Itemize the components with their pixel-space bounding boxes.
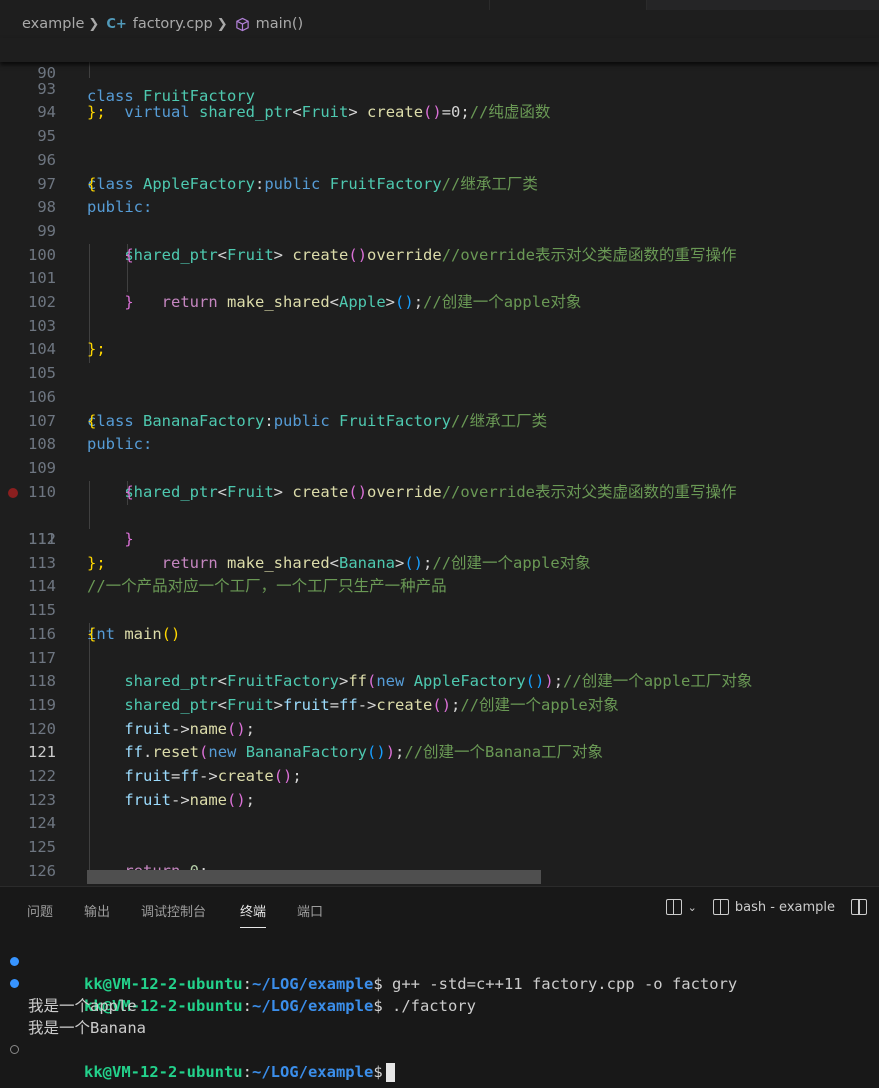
split-terminal-icon[interactable]	[712, 899, 729, 915]
code-line: 117 shared_ptr<FruitFactory>ff(new Apple…	[28, 648, 753, 691]
code-line: 99 shared_ptr<Fruit> create()override//o…	[37, 221, 737, 264]
code-line: 100 {	[28, 245, 134, 264]
code-line: 111 return make_shared<Banana>();//创建一个a…	[0, 481, 879, 572]
terminal-output[interactable]: kk@VM-12-2-ubuntu:~/LOG/example$ g++ -st…	[0, 951, 879, 1082]
sticky-line: 90 class FruitFactory	[0, 38, 879, 106]
tab-terminal[interactable]: 终端	[240, 901, 267, 928]
code-line: 102 }	[28, 293, 134, 311]
terminal-output-line: 我是一个apple	[28, 997, 137, 1015]
breadcrumb-folder[interactable]: example	[22, 16, 84, 32]
code-line: 103	[28, 316, 56, 335]
code-line: 115 int main()	[28, 601, 181, 643]
breadcrumb-symbol[interactable]: main()	[256, 16, 304, 32]
code-line: 126	[28, 861, 56, 880]
code-line: 110 {	[28, 482, 134, 501]
code-line: 118 shared_ptr<Fruit>fruit=ff->create();…	[28, 672, 619, 714]
code-line: 108 public:	[28, 435, 153, 454]
code-line: 119 fruit->name();	[28, 695, 256, 738]
terminal-cursor	[385, 1063, 395, 1082]
breadcrumb: example ❯ C+ factory.cpp ❯ main()	[0, 10, 879, 38]
code-line: 101 return make_shared<Apple>();//创建一个ap…	[28, 269, 582, 311]
tab-strip-segment	[646, 0, 879, 10]
command-success-icon[interactable]	[10, 979, 19, 988]
code-line: 106 class BananaFactory:public FruitFact…	[28, 387, 548, 430]
tab-output[interactable]: 输出	[84, 901, 110, 920]
code-line: 96 class AppleFactory:public FruitFactor…	[37, 150, 538, 193]
code-line: 105	[28, 364, 56, 383]
code-line: 112 }	[28, 530, 134, 548]
terminal-line: kk@VM-12-2-ubuntu:~/LOG/example$ g++ -st…	[0, 951, 879, 993]
tab-strip-segment	[0, 0, 490, 10]
code-line: 98 public:	[37, 198, 153, 217]
command-pending-icon[interactable]	[10, 1045, 19, 1054]
terminal-output-line: 我是一个Banana	[28, 1019, 146, 1037]
chevron-down-icon[interactable]: ⌄	[688, 901, 697, 914]
class-name: FruitFactory	[143, 87, 255, 106]
code-line: 104};	[28, 340, 106, 359]
code-line: 125 return 0;	[28, 838, 208, 880]
code-line: 116{	[28, 624, 97, 643]
code-line: 122 fruit->name();	[28, 767, 256, 809]
code-line: 97{	[37, 174, 97, 193]
breakpoint-icon[interactable]	[8, 487, 18, 498]
code-editor[interactable]: 93 virtual shared_ptr<Fruit> create()=0;…	[0, 54, 879, 884]
bottom-panel: 问题 输出 调试控制台 终端 端口 ⌄ bash - example kk@VM…	[0, 886, 879, 1088]
code-line: 114//一个产品对应一个工厂，一个工厂只生产一种产品	[28, 577, 447, 596]
cpp-file-icon: C+	[106, 16, 127, 32]
breadcrumb-file[interactable]: factory.cpp	[133, 16, 213, 32]
code-line: 123	[28, 790, 56, 809]
line-number: 90	[37, 63, 56, 82]
panel-tabs: 问题 输出 调试控制台 终端 端口 ⌄ bash - example	[0, 887, 879, 931]
chevron-right-icon: ❯	[88, 16, 100, 32]
command-success-icon[interactable]	[10, 957, 19, 966]
chevron-right-icon: ❯	[216, 16, 228, 32]
code-line: 124	[28, 814, 56, 833]
code-line-current: 121 fruit=ff->create();	[28, 743, 302, 785]
code-line: 120 ff.reset(new BananaFactory());//创建一个…	[28, 719, 604, 762]
tab-problems[interactable]: 问题	[27, 901, 53, 920]
method-cube-icon	[235, 17, 249, 31]
tab-ports[interactable]: 端口	[297, 901, 323, 920]
code-line: 107{	[28, 411, 97, 430]
keyword: class	[87, 87, 134, 106]
new-terminal-icon[interactable]	[665, 899, 682, 915]
terminal-line: kk@VM-12-2-ubuntu:~/LOG/example$ ./facto…	[0, 973, 879, 1015]
tab-debug-console[interactable]: 调试控制台	[141, 901, 206, 920]
code-line: 113};	[28, 553, 106, 572]
terminal-name[interactable]: bash - example	[735, 900, 835, 915]
horizontal-scrollbar[interactable]	[87, 870, 541, 884]
sticky-scroll-header[interactable]: 90 class FruitFactory	[0, 38, 879, 106]
split-view-icon[interactable]	[851, 899, 867, 915]
panel-actions: ⌄ bash - example	[665, 899, 867, 915]
code-line: 109 shared_ptr<Fruit> create()override//…	[28, 458, 737, 501]
editor-tab-strip	[0, 0, 879, 10]
terminal-prompt[interactable]: kk@VM-12-2-ubuntu:~/LOG/example$	[0, 1039, 879, 1082]
